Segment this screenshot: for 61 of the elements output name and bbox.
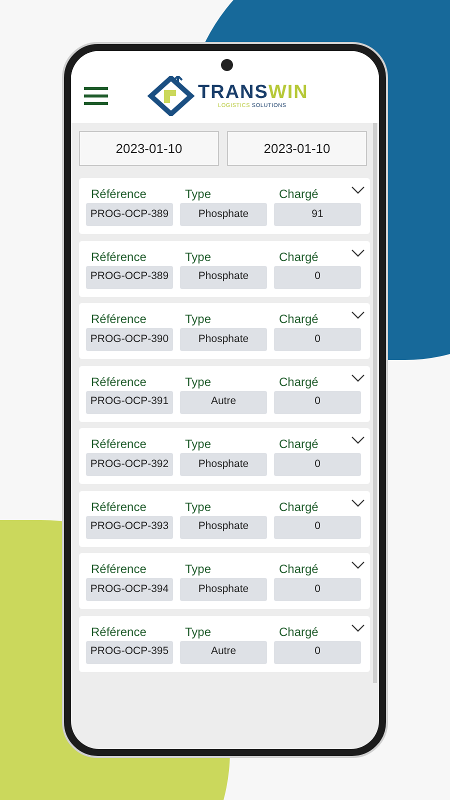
field-value: PROG-OCP-391 (86, 390, 173, 414)
field-value: PROG-OCP-389 (86, 266, 173, 288)
field-label: Type (185, 624, 212, 638)
field-value: Phosphate (180, 516, 267, 538)
field-value: Autre (180, 390, 267, 414)
chevron-icon[interactable] (351, 436, 365, 444)
field-label: Référence (91, 500, 146, 514)
field-label: Référence (91, 624, 146, 638)
field-value: 0 (274, 516, 361, 538)
field-label: Référence (91, 374, 146, 388)
field-value: Phosphate (180, 203, 267, 226)
field-label: Chargé (279, 437, 318, 451)
field-value: 0 (274, 453, 361, 476)
field-value: PROG-OCP-392 (86, 453, 173, 476)
field-label: Référence (91, 187, 146, 201)
field-label: Chargé (279, 562, 318, 576)
field-value: PROG-OCP-390 (86, 328, 173, 351)
field-label: Type (185, 562, 212, 576)
chevron-icon[interactable] (351, 624, 365, 632)
date-field[interactable]: 2023-01-10 (227, 131, 367, 166)
field-value: Phosphate (180, 266, 267, 288)
field-label: Type (185, 437, 212, 451)
field-value: PROG-OCP-389 (86, 203, 173, 226)
chevron-icon[interactable] (351, 311, 365, 319)
field-value: Autre (180, 640, 267, 664)
logo-wordmark: TRANSWIN (198, 82, 308, 102)
field-value: 0 (274, 640, 361, 664)
chevron-icon[interactable] (351, 498, 365, 506)
field-value: PROG-OCP-395 (86, 640, 173, 664)
field-value: PROG-OCP-394 (86, 578, 173, 601)
chevron-icon[interactable] (351, 186, 365, 194)
chevron-icon[interactable] (351, 561, 365, 569)
field-value: Phosphate (180, 578, 267, 601)
field-label: Type (185, 312, 212, 326)
field-value: Phosphate (180, 328, 267, 351)
field-label: Type (185, 500, 212, 514)
field-label: Chargé (279, 250, 318, 264)
field-label: Référence (91, 437, 146, 451)
field-label: Chargé (279, 187, 318, 201)
field-value: 91 (274, 203, 361, 226)
field-label: Chargé (279, 374, 318, 388)
date-field[interactable]: 2023-01-10 (79, 131, 219, 166)
field-value: PROG-OCP-393 (86, 516, 173, 538)
field-label: Type (185, 250, 212, 264)
field-value: 0 (274, 266, 361, 288)
field-label: Référence (91, 312, 146, 326)
field-value: 0 (274, 390, 361, 414)
field-label: Chargé (279, 500, 318, 514)
field-value: 0 (274, 578, 361, 601)
logo-icon (146, 76, 196, 116)
menu-icon[interactable] (84, 87, 108, 105)
field-label: Référence (91, 562, 146, 576)
field-label: Référence (91, 250, 146, 264)
field-label: Type (185, 374, 212, 388)
field-label: Type (185, 187, 212, 201)
field-label: Chargé (279, 624, 318, 638)
chevron-icon[interactable] (351, 248, 365, 256)
field-value: Phosphate (180, 453, 267, 476)
field-label: Chargé (279, 312, 318, 326)
field-value: 0 (274, 328, 361, 351)
chevron-icon[interactable] (351, 374, 365, 382)
